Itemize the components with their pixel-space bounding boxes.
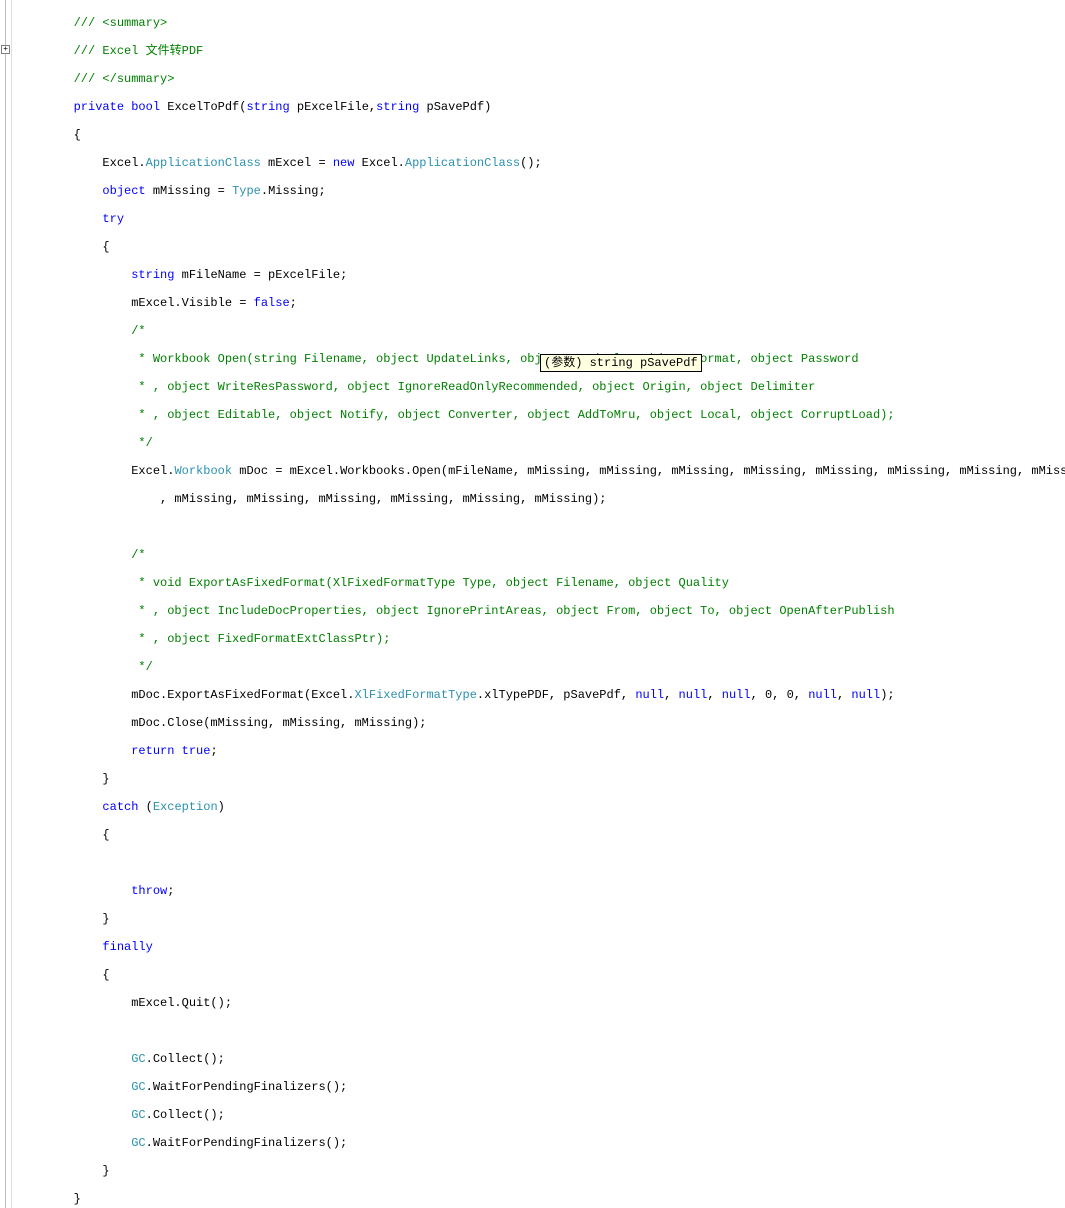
- code-line: {: [16, 240, 1065, 254]
- code-line: /*: [16, 548, 1065, 562]
- code-line: }: [16, 1164, 1065, 1178]
- code-line: mExcel.Visible = false;: [16, 296, 1065, 310]
- code-line: * void ExportAsFixedFormat(XlFixedFormat…: [16, 576, 1065, 590]
- code-line: [16, 520, 1065, 534]
- code-line: GC.Collect();: [16, 1052, 1065, 1066]
- code-line: GC.WaitForPendingFinalizers();: [16, 1080, 1065, 1094]
- code-line: * , object WriteResPassword, object Igno…: [16, 380, 1065, 394]
- code-line: object mMissing = Type.Missing;: [16, 184, 1065, 198]
- code-editor[interactable]: /// <summary> /// Excel 文件转PDF /// </sum…: [0, 0, 1065, 1208]
- code-line: */: [16, 436, 1065, 450]
- code-line: [16, 856, 1065, 870]
- code-line: mExcel.Quit();: [16, 996, 1065, 1010]
- code-line: {: [16, 828, 1065, 842]
- code-line: mDoc.Close(mMissing, mMissing, mMissing)…: [16, 716, 1065, 730]
- code-line: mDoc.ExportAsFixedFormat(Excel.XlFixedFo…: [16, 688, 1065, 702]
- code-line: */: [16, 660, 1065, 674]
- code-line: /// <summary>: [16, 16, 1065, 30]
- code-line: try: [16, 212, 1065, 226]
- code-line: private bool ExcelToPdf(string pExcelFil…: [16, 100, 1065, 114]
- code-line: GC.WaitForPendingFinalizers();: [16, 1136, 1065, 1150]
- code-line: return true;: [16, 744, 1065, 758]
- code-line: }: [16, 1192, 1065, 1206]
- code-line: catch (Exception): [16, 800, 1065, 814]
- code-line: string mFileName = pExcelFile;: [16, 268, 1065, 282]
- code-line: , mMissing, mMissing, mMissing, mMissing…: [16, 492, 1065, 506]
- code-line: Excel.Workbook mDoc = mExcel.Workbooks.O…: [16, 464, 1065, 478]
- code-line: throw;: [16, 884, 1065, 898]
- code-line: }: [16, 772, 1065, 786]
- code-line: {: [16, 128, 1065, 142]
- code-line: /*: [16, 324, 1065, 338]
- code-line: /// </summary>: [16, 72, 1065, 86]
- code-line: finally: [16, 940, 1065, 954]
- code-line: * , object IncludeDocProperties, object …: [16, 604, 1065, 618]
- parameter-tooltip: (参数) string pSavePdf: [540, 354, 702, 372]
- code-line: {: [16, 968, 1065, 982]
- code-line: * , object FixedFormatExtClassPtr);: [16, 632, 1065, 646]
- tooltip-text: (参数) string pSavePdf: [544, 356, 698, 370]
- code-line: Excel.ApplicationClass mExcel = new Exce…: [16, 156, 1065, 170]
- code-line: * , object Editable, object Notify, obje…: [16, 408, 1065, 422]
- code-line: [16, 1024, 1065, 1038]
- code-line: }: [16, 912, 1065, 926]
- code-line: GC.Collect();: [16, 1108, 1065, 1122]
- code-line: /// Excel 文件转PDF: [16, 44, 1065, 58]
